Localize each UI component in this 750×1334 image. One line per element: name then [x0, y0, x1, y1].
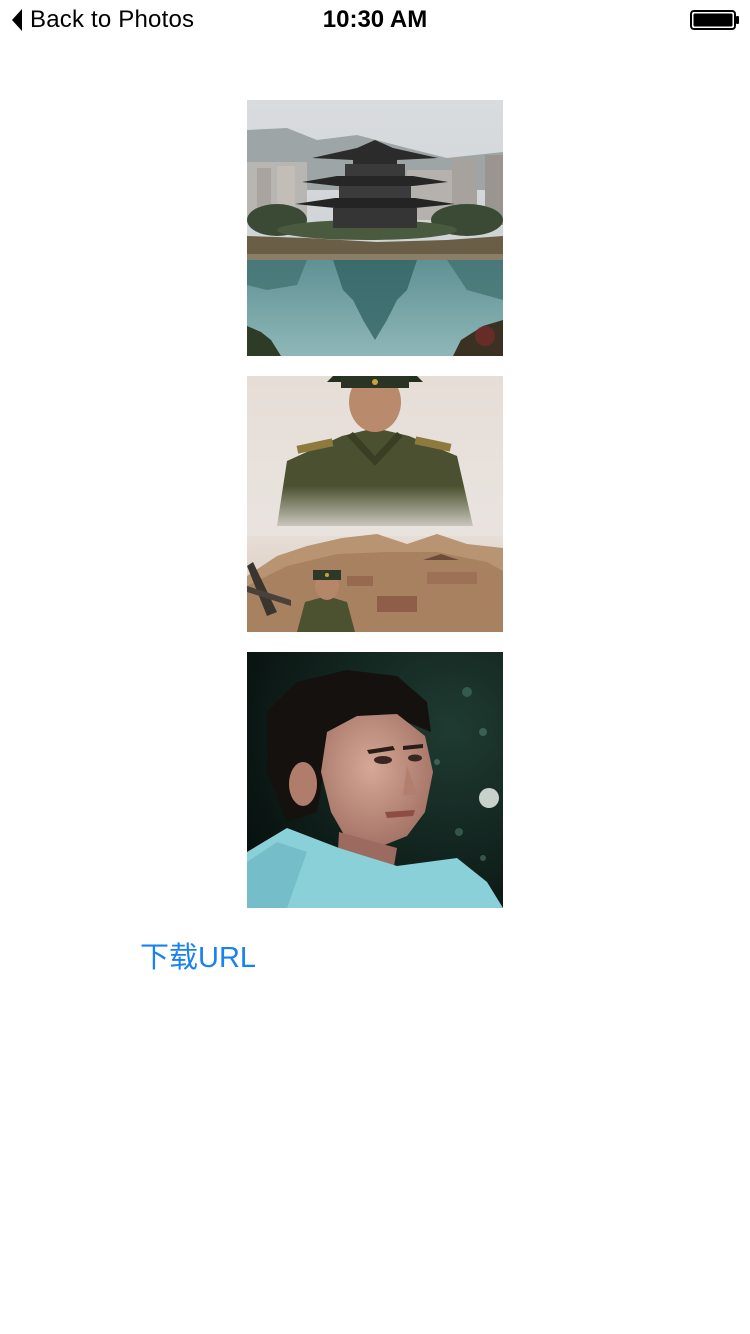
battery-full-icon [690, 10, 740, 30]
soldier-collage-photo[interactable] [247, 376, 503, 632]
pagoda-lake-photo[interactable] [247, 100, 503, 356]
status-time: 10:30 AM [322, 6, 428, 33]
photo-viewer-screen: Back to Photos 10:30 AM 下载URL [0, 0, 750, 1334]
status-bar: Back to Photos 10:30 AM [0, 0, 750, 40]
download-url-button[interactable]: 下载URL [140, 938, 256, 978]
young-man-portrait-photo[interactable] [247, 652, 503, 908]
